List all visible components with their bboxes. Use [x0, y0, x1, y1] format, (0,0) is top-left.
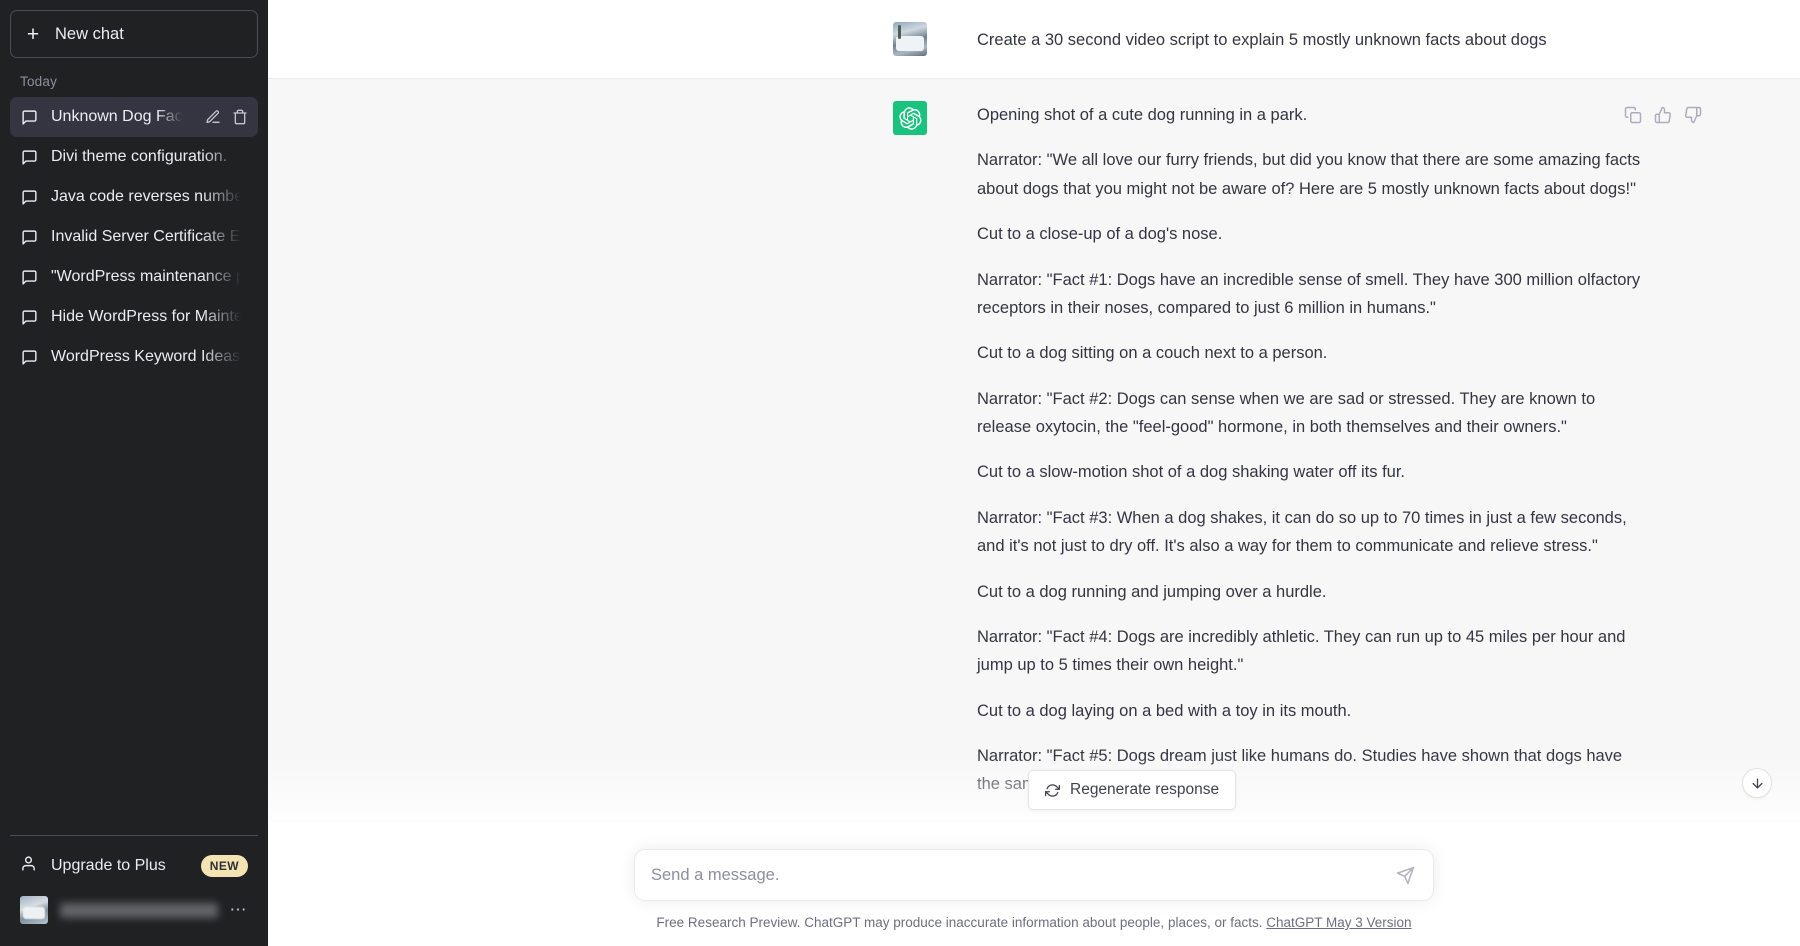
sidebar-item-chat-0[interactable]: Unknown Dog Facts.	[10, 97, 258, 137]
sidebar-item-chat-2[interactable]: Java code reverses numbers.	[10, 177, 258, 217]
avatar	[20, 896, 48, 924]
version-link[interactable]: ChatGPT May 3 Version	[1266, 915, 1411, 930]
chat-history-list: Unknown Dog Facts. Divi theme configurat…	[10, 97, 258, 835]
sidebar-item-chat-1[interactable]: Divi theme configuration.	[10, 137, 258, 177]
footer-text: Free Research Preview. ChatGPT may produ…	[656, 915, 1267, 930]
chat-title: "WordPress maintenance plugin"	[51, 268, 248, 286]
assistant-paragraph: Cut to a dog sitting on a couch next to …	[977, 344, 1328, 363]
refresh-icon	[1045, 783, 1060, 797]
message-icon	[20, 108, 38, 126]
user-avatar-column	[893, 22, 941, 56]
assistant-paragraph: Opening shot of a cute dog running in a …	[977, 106, 1308, 124]
user-message-text: Create a 30 second video script to expla…	[977, 31, 1547, 49]
section-label-today: Today	[20, 74, 58, 89]
scroll-to-bottom-button[interactable]	[1742, 768, 1772, 798]
new-badge: NEW	[200, 855, 248, 877]
trash-icon[interactable]	[231, 109, 248, 126]
upgrade-to-plus-button[interactable]: Upgrade to Plus NEW	[10, 844, 258, 888]
chat-title: Java code reverses numbers.	[51, 188, 248, 206]
main-content: Create a 30 second video script to expla…	[268, 0, 1800, 946]
assistant-message-text: Opening shot of a cute dog running in a …	[977, 101, 1641, 799]
chat-item-actions	[200, 109, 248, 126]
plus-icon: +	[26, 22, 40, 46]
assistant-paragraph: Cut to a dog running and jumping over a …	[977, 582, 1327, 601]
message-icon	[20, 228, 38, 246]
new-chat-label: New chat	[55, 24, 124, 43]
user-avatar	[893, 22, 927, 56]
assistant-paragraph: Cut to a close-up of a dog's nose.	[977, 225, 1223, 244]
message-icon	[20, 188, 38, 206]
ellipsis-icon[interactable]: ⋯	[230, 900, 249, 920]
regenerate-label: Regenerate response	[1070, 781, 1220, 798]
assistant-paragraph: Cut to a slow-motion shot of a dog shaki…	[977, 463, 1406, 482]
edit-icon[interactable]	[204, 109, 221, 126]
sidebar-item-chat-5[interactable]: Hide WordPress for Maintenance	[10, 297, 258, 337]
thumbs-up-icon[interactable]	[1653, 105, 1673, 125]
assistant-message-row: Opening shot of a cute dog running in a …	[268, 78, 1800, 822]
chat-title: Invalid Server Certificate Error	[51, 228, 248, 246]
sidebar-item-chat-6[interactable]: WordPress Keyword Ideas.	[10, 337, 258, 377]
sidebar-item-chat-4[interactable]: "WordPress maintenance plugin"	[10, 257, 258, 297]
assistant-avatar-column	[893, 101, 941, 799]
assistant-paragraph: Narrator: "We all love our furry friends…	[977, 151, 1641, 198]
user-icon	[20, 855, 37, 877]
message-icon	[20, 308, 38, 326]
search-input[interactable]	[651, 865, 1393, 885]
message-icon	[20, 268, 38, 286]
assistant-paragraph: Narrator: "Fact #2: Dogs can sense when …	[977, 389, 1596, 436]
message-composer[interactable]	[634, 849, 1434, 901]
assistant-paragraph: Cut to a dog laying on a bed with a toy …	[977, 701, 1352, 720]
message-action-buttons	[1623, 105, 1703, 125]
assistant-paragraph: Narrator: "Fact #4: Dogs are incredibly …	[977, 627, 1626, 675]
sidebar-item-chat-3[interactable]: Invalid Server Certificate Error	[10, 217, 258, 257]
user-message-body: Create a 30 second video script to expla…	[941, 22, 1641, 56]
arrow-down-icon	[1752, 778, 1762, 788]
message-icon	[20, 348, 38, 366]
assistant-message-body: Opening shot of a cute dog running in a …	[941, 101, 1641, 799]
copy-icon[interactable]	[1623, 105, 1643, 125]
new-chat-button[interactable]: + New chat	[10, 10, 258, 58]
account-menu-button[interactable]: ⋯	[10, 888, 258, 932]
send-icon[interactable]	[1393, 863, 1417, 887]
account-name	[60, 902, 218, 918]
regenerate-response-button[interactable]: Regenerate response	[1028, 770, 1237, 810]
chat-title: Divi theme configuration.	[51, 148, 248, 166]
chat-title: Unknown Dog Facts.	[51, 108, 187, 126]
chat-title: Hide WordPress for Maintenance	[51, 308, 248, 326]
sidebar-footer: Upgrade to Plus NEW ⋯	[10, 835, 258, 946]
chatgpt-logo-icon	[893, 101, 927, 135]
chatgpt-app: + New chat Today Unknown Dog Facts. Divi…	[0, 0, 1800, 946]
assistant-paragraph: Narrator: "Fact #3: When a dog shakes, i…	[977, 508, 1627, 556]
message-icon	[20, 148, 38, 166]
thumbs-down-icon[interactable]	[1683, 105, 1703, 125]
upgrade-label: Upgrade to Plus	[51, 857, 166, 874]
user-message-row: Create a 30 second video script to expla…	[268, 0, 1800, 78]
footer-disclaimer: Free Research Preview. ChatGPT may produ…	[656, 915, 1411, 930]
chat-title: WordPress Keyword Ideas.	[51, 348, 248, 366]
sidebar: + New chat Today Unknown Dog Facts. Divi…	[0, 0, 268, 946]
assistant-paragraph: Narrator: "Fact #1: Dogs have an incredi…	[977, 270, 1641, 317]
